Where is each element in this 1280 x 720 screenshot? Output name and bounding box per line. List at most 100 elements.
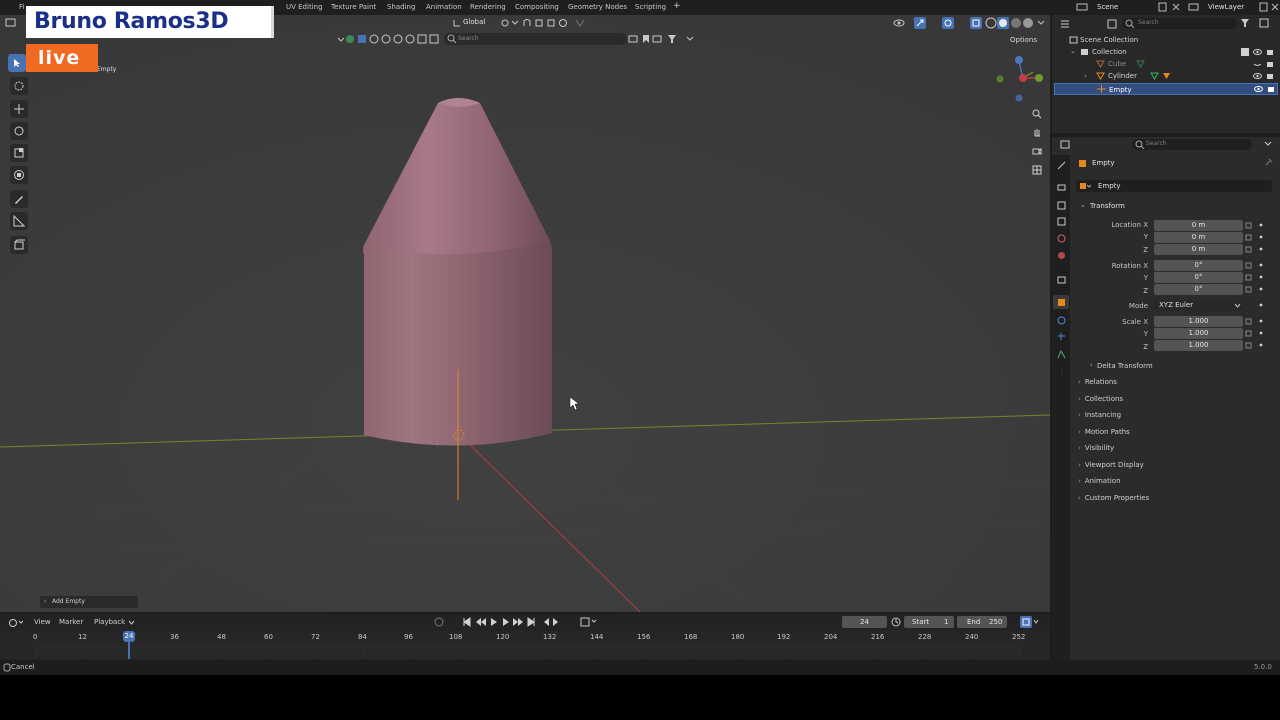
panel-custom-properties[interactable]: Custom Properties xyxy=(1078,491,1273,505)
camera-icon[interactable] xyxy=(1267,85,1276,93)
panel-viewport-display[interactable]: Viewport Display xyxy=(1078,458,1273,472)
playhead[interactable]: 24 xyxy=(123,631,135,642)
auto-keying-icon[interactable] xyxy=(434,617,444,627)
filter-icon[interactable] xyxy=(1240,18,1254,28)
rotation-x-field[interactable]: 0° xyxy=(1154,260,1243,271)
clock-icon[interactable] xyxy=(891,617,901,627)
visibility-icon[interactable] xyxy=(893,18,913,28)
camera-icon[interactable] xyxy=(1029,143,1045,159)
timeline-view-menu[interactable]: View xyxy=(34,618,51,626)
close-icon[interactable] xyxy=(1270,2,1280,12)
pan-hand-icon[interactable] xyxy=(1029,124,1045,140)
options-menu[interactable]: Options xyxy=(1010,36,1037,44)
pin-icon[interactable] xyxy=(1264,158,1273,167)
scene-selector[interactable]: Scene xyxy=(1097,3,1118,11)
location-x-field[interactable]: 0 m xyxy=(1154,220,1243,231)
copy-icon[interactable] xyxy=(1259,2,1269,12)
chevron-down-icon[interactable]: ⌄ xyxy=(1070,45,1076,57)
panel-visibility[interactable]: Visibility xyxy=(1078,441,1273,455)
rendered-shading-icon[interactable] xyxy=(1022,17,1034,29)
rotation-mode-dropdown[interactable]: XYZ Euler xyxy=(1154,300,1243,311)
tab-shading[interactable]: Shading xyxy=(387,3,415,11)
playback-controls-icon[interactable] xyxy=(462,617,572,627)
camera-icon[interactable] xyxy=(1266,72,1275,80)
transform-tool-button[interactable] xyxy=(10,166,28,184)
tab-scripting[interactable]: Scripting xyxy=(635,3,666,11)
checkbox-icon[interactable] xyxy=(1241,48,1249,56)
editor-type-icon[interactable] xyxy=(1060,140,1074,150)
viewport-search-field[interactable]: Search xyxy=(444,33,627,45)
zoom-icon[interactable] xyxy=(1029,106,1045,122)
chevron-down-icon[interactable] xyxy=(128,618,135,626)
constraints-tab-icon[interactable] xyxy=(1057,332,1066,341)
navigation-gizmo[interactable] xyxy=(993,52,1045,102)
rotate-tool-button[interactable] xyxy=(10,122,28,140)
eye-icon[interactable] xyxy=(1253,72,1262,80)
panel-instancing[interactable]: Instancing xyxy=(1078,408,1273,422)
scale-tool-button[interactable] xyxy=(10,144,28,162)
object-name-field[interactable]: Empty xyxy=(1076,180,1272,192)
chevron-right-icon[interactable]: › xyxy=(1084,70,1087,82)
view-layer-tab-icon[interactable] xyxy=(1057,217,1066,226)
eye-icon[interactable] xyxy=(1254,85,1263,93)
3d-viewport[interactable] xyxy=(0,15,1050,612)
pivot-icon[interactable] xyxy=(500,18,520,28)
outliner-search-field[interactable]: Search xyxy=(1122,18,1237,29)
transform-panel-header[interactable]: ⌄ Transform xyxy=(1076,200,1272,212)
data-tab-icon[interactable] xyxy=(1057,350,1066,359)
rotation-z-field[interactable]: 0° xyxy=(1154,284,1243,295)
panel-animation[interactable]: Animation xyxy=(1078,474,1273,488)
measure-tool-button[interactable] xyxy=(10,212,28,230)
last-operator-panel[interactable]: › Add Empty xyxy=(40,596,138,608)
outliner-row-cube[interactable]: Cube xyxy=(1052,58,1280,70)
display-mode-icon[interactable] xyxy=(1107,19,1121,29)
chevron-down-icon[interactable] xyxy=(337,35,345,45)
new-collection-icon[interactable] xyxy=(1259,18,1271,28)
scale-y-field[interactable]: 1.000 xyxy=(1154,328,1243,339)
chevron-down-icon[interactable] xyxy=(1037,18,1045,28)
viewport-canvas[interactable] xyxy=(0,15,1050,612)
proportional-editing-icon[interactable] xyxy=(558,18,588,28)
timeline[interactable]: View Marker Playback 24 Start 1 End 250 … xyxy=(0,614,1050,660)
add-cube-tool-button[interactable] xyxy=(10,236,28,254)
location-y-field[interactable]: 0 m xyxy=(1154,232,1243,243)
properties-search-field[interactable]: Search xyxy=(1132,139,1252,150)
timeline-marker-menu[interactable]: Marker xyxy=(59,618,83,626)
overlays-icon[interactable] xyxy=(942,17,962,29)
world-tab-icon[interactable] xyxy=(1057,251,1066,260)
snap-icon[interactable] xyxy=(522,18,558,28)
filter-toggle-icons[interactable] xyxy=(628,34,698,44)
object-tab[interactable] xyxy=(1053,295,1069,309)
annotate-tool-button[interactable] xyxy=(10,190,28,208)
panel-collections[interactable]: Collections xyxy=(1078,392,1273,406)
tab-animation[interactable]: Animation xyxy=(426,3,462,11)
collection-tab-icon[interactable] xyxy=(1057,275,1066,284)
view-layer-selector[interactable]: ViewLayer xyxy=(1208,3,1244,11)
gizmo-icon[interactable] xyxy=(914,17,934,29)
xray-icon[interactable] xyxy=(970,17,982,29)
delta-transform-subpanel[interactable]: › Delta Transform xyxy=(1086,360,1266,372)
tool-tab-icon[interactable] xyxy=(1057,161,1066,170)
scale-z-field[interactable]: 1.000 xyxy=(1154,340,1243,351)
scene-tab-icon[interactable] xyxy=(1057,234,1066,243)
outliner-row-collection[interactable]: ⌄ Collection xyxy=(1052,46,1280,58)
add-workspace-button[interactable]: + xyxy=(673,1,681,11)
rotation-y-field[interactable]: 0° xyxy=(1154,272,1243,283)
move-tool-button[interactable] xyxy=(10,100,28,118)
start-frame-field[interactable]: Start 1 xyxy=(904,616,954,628)
panel-motion-paths[interactable]: Motion Paths xyxy=(1078,425,1273,439)
cursor-tool-button[interactable] xyxy=(10,77,28,95)
editor-type-icon[interactable] xyxy=(1060,19,1074,29)
outliner-row-cylinder[interactable]: › Cylinder xyxy=(1052,70,1280,82)
current-frame-field[interactable]: 24 xyxy=(842,616,887,628)
tab-rendering[interactable]: Rendering xyxy=(470,3,506,11)
eye-closed-icon[interactable] xyxy=(1253,60,1262,68)
camera-icon[interactable] xyxy=(1266,60,1275,68)
keyframe-type-icon[interactable] xyxy=(580,617,598,627)
selection-filter-icons[interactable] xyxy=(357,34,447,44)
output-tab-icon[interactable] xyxy=(1057,201,1066,210)
object-type-visibility-icon[interactable] xyxy=(345,34,355,44)
editor-type-icon[interactable] xyxy=(9,618,23,628)
tab-geometry-nodes[interactable]: Geometry Nodes xyxy=(568,3,627,11)
location-z-field[interactable]: 0 m xyxy=(1154,244,1243,255)
